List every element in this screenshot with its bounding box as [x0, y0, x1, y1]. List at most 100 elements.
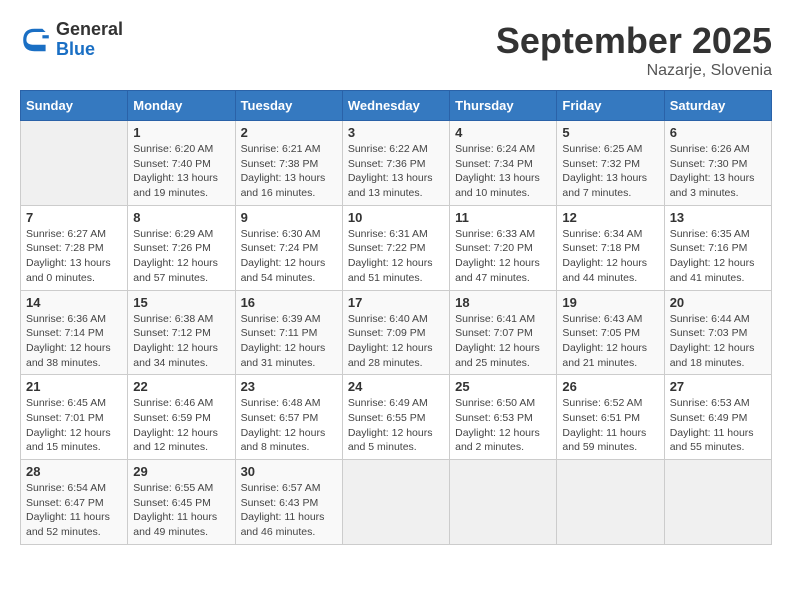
day-number: 27 — [670, 379, 766, 394]
calendar-cell: 23 Sunrise: 6:48 AM Sunset: 6:57 PM Dayli… — [235, 375, 342, 460]
calendar-cell: 16Sunrise: 6:39 AM Sunset: 7:11 PM Dayli… — [235, 290, 342, 375]
calendar-cell: 4 Sunrise: 6:24 AM Sunset: 7:34 PM Daylig… — [450, 121, 557, 206]
day-number: 25 — [455, 379, 551, 394]
calendar-cell: 6 Sunrise: 6:26 AM Sunset: 7:30 PM Daylig… — [664, 121, 771, 206]
calendar-cell: 5 Sunrise: 6:25 AM Sunset: 7:32 PM Daylig… — [557, 121, 664, 206]
day-number: 8 — [133, 210, 229, 225]
month-title: September 2025 — [496, 20, 772, 62]
logo: General Blue — [20, 20, 123, 60]
calendar-cell — [450, 460, 557, 545]
calendar-cell — [664, 460, 771, 545]
day-number: 20 — [670, 295, 766, 310]
day-info: Sunrise: 6:29 AM Sunset: 7:26 PM Dayligh… — [133, 227, 229, 286]
day-number: 19 — [562, 295, 658, 310]
calendar-cell: 17 Sunrise: 6:40 AM Sunset: 7:09 PM Dayli… — [342, 290, 449, 375]
calendar-cell: 11Sunrise: 6:33 AM Sunset: 7:20 PM Dayli… — [450, 205, 557, 290]
day-number: 15 — [133, 295, 229, 310]
day-number: 5 — [562, 125, 658, 140]
calendar-cell: 7 Sunrise: 6:27 AM Sunset: 7:28 PM Daylig… — [21, 205, 128, 290]
day-info: Sunrise: 6:27 AM Sunset: 7:28 PM Dayligh… — [26, 227, 122, 286]
calendar-week-row: 14 Sunrise: 6:36 AM Sunset: 7:14 PM Dayli… — [21, 290, 772, 375]
day-number: 21 — [26, 379, 122, 394]
calendar-body: 1 Sunrise: 6:20 AM Sunset: 7:40 PM Daylig… — [21, 121, 772, 545]
day-info: Sunrise: 6:20 AM Sunset: 7:40 PM Dayligh… — [133, 142, 229, 201]
day-number: 14 — [26, 295, 122, 310]
day-number: 2 — [241, 125, 337, 140]
day-number: 10 — [348, 210, 444, 225]
calendar-cell: 13Sunrise: 6:35 AM Sunset: 7:16 PM Dayli… — [664, 205, 771, 290]
calendar-cell: 27Sunrise: 6:53 AM Sunset: 6:49 PM Dayli… — [664, 375, 771, 460]
day-info: Sunrise: 6:45 AM Sunset: 7:01 PM Dayligh… — [26, 396, 122, 455]
weekday-header: Wednesday — [342, 91, 449, 121]
day-number: 29 — [133, 464, 229, 479]
day-info: Sunrise: 6:57 AM Sunset: 6:43 PM Dayligh… — [241, 481, 337, 540]
day-number: 7 — [26, 210, 122, 225]
day-info: Sunrise: 6:33 AM Sunset: 7:20 PM Dayligh… — [455, 227, 551, 286]
logo-general-text: General — [56, 20, 123, 40]
calendar-cell: 20 Sunrise: 6:44 AM Sunset: 7:03 PM Dayli… — [664, 290, 771, 375]
day-number: 17 — [348, 295, 444, 310]
day-info: Sunrise: 6:25 AM Sunset: 7:32 PM Dayligh… — [562, 142, 658, 201]
day-info: Sunrise: 6:31 AM Sunset: 7:22 PM Dayligh… — [348, 227, 444, 286]
calendar-cell: 25 Sunrise: 6:50 AM Sunset: 6:53 PM Dayli… — [450, 375, 557, 460]
title-block: September 2025 Nazarje, Slovenia — [496, 20, 772, 80]
day-number: 18 — [455, 295, 551, 310]
calendar-cell: 9Sunrise: 6:30 AM Sunset: 7:24 PM Daylig… — [235, 205, 342, 290]
day-number: 13 — [670, 210, 766, 225]
day-info: Sunrise: 6:36 AM Sunset: 7:14 PM Dayligh… — [26, 312, 122, 371]
day-number: 28 — [26, 464, 122, 479]
weekday-row: SundayMondayTuesdayWednesdayThursdayFrid… — [21, 91, 772, 121]
day-number: 3 — [348, 125, 444, 140]
day-info: Sunrise: 6:50 AM Sunset: 6:53 PM Dayligh… — [455, 396, 551, 455]
calendar-week-row: 1 Sunrise: 6:20 AM Sunset: 7:40 PM Daylig… — [21, 121, 772, 206]
day-info: Sunrise: 6:21 AM Sunset: 7:38 PM Dayligh… — [241, 142, 337, 201]
day-number: 30 — [241, 464, 337, 479]
calendar-week-row: 21 Sunrise: 6:45 AM Sunset: 7:01 PM Dayli… — [21, 375, 772, 460]
day-number: 9 — [241, 210, 337, 225]
weekday-header: Friday — [557, 91, 664, 121]
calendar-cell: 8 Sunrise: 6:29 AM Sunset: 7:26 PM Daylig… — [128, 205, 235, 290]
day-info: Sunrise: 6:24 AM Sunset: 7:34 PM Dayligh… — [455, 142, 551, 201]
calendar-cell: 2 Sunrise: 6:21 AM Sunset: 7:38 PM Daylig… — [235, 121, 342, 206]
day-number: 4 — [455, 125, 551, 140]
day-info: Sunrise: 6:49 AM Sunset: 6:55 PM Dayligh… — [348, 396, 444, 455]
calendar-cell: 12Sunrise: 6:34 AM Sunset: 7:18 PM Dayli… — [557, 205, 664, 290]
calendar-cell — [557, 460, 664, 545]
calendar-cell — [342, 460, 449, 545]
calendar-cell: 24 Sunrise: 6:49 AM Sunset: 6:55 PM Dayli… — [342, 375, 449, 460]
calendar-table: SundayMondayTuesdayWednesdayThursdayFrid… — [20, 90, 772, 545]
day-info: Sunrise: 6:44 AM Sunset: 7:03 PM Dayligh… — [670, 312, 766, 371]
calendar-cell: 3Sunrise: 6:22 AM Sunset: 7:36 PM Daylig… — [342, 121, 449, 206]
day-info: Sunrise: 6:54 AM Sunset: 6:47 PM Dayligh… — [26, 481, 122, 540]
calendar-cell: 28 Sunrise: 6:54 AM Sunset: 6:47 PM Dayli… — [21, 460, 128, 545]
logo-blue-text: Blue — [56, 40, 123, 60]
page-header: General Blue September 2025 Nazarje, Slo… — [20, 20, 772, 80]
calendar-cell — [21, 121, 128, 206]
day-info: Sunrise: 6:34 AM Sunset: 7:18 PM Dayligh… — [562, 227, 658, 286]
day-number: 1 — [133, 125, 229, 140]
day-number: 23 — [241, 379, 337, 394]
day-info: Sunrise: 6:39 AM Sunset: 7:11 PM Dayligh… — [241, 312, 337, 371]
calendar-cell: 15 Sunrise: 6:38 AM Sunset: 7:12 PM Dayli… — [128, 290, 235, 375]
weekday-header: Saturday — [664, 91, 771, 121]
day-info: Sunrise: 6:40 AM Sunset: 7:09 PM Dayligh… — [348, 312, 444, 371]
calendar-header: SundayMondayTuesdayWednesdayThursdayFrid… — [21, 91, 772, 121]
day-number: 22 — [133, 379, 229, 394]
day-info: Sunrise: 6:38 AM Sunset: 7:12 PM Dayligh… — [133, 312, 229, 371]
day-number: 24 — [348, 379, 444, 394]
calendar-cell: 1 Sunrise: 6:20 AM Sunset: 7:40 PM Daylig… — [128, 121, 235, 206]
weekday-header: Sunday — [21, 91, 128, 121]
day-number: 6 — [670, 125, 766, 140]
day-info: Sunrise: 6:48 AM Sunset: 6:57 PM Dayligh… — [241, 396, 337, 455]
day-info: Sunrise: 6:26 AM Sunset: 7:30 PM Dayligh… — [670, 142, 766, 201]
calendar-cell: 14 Sunrise: 6:36 AM Sunset: 7:14 PM Dayli… — [21, 290, 128, 375]
day-info: Sunrise: 6:43 AM Sunset: 7:05 PM Dayligh… — [562, 312, 658, 371]
day-info: Sunrise: 6:46 AM Sunset: 6:59 PM Dayligh… — [133, 396, 229, 455]
day-info: Sunrise: 6:41 AM Sunset: 7:07 PM Dayligh… — [455, 312, 551, 371]
calendar-cell: 21 Sunrise: 6:45 AM Sunset: 7:01 PM Dayli… — [21, 375, 128, 460]
location: Nazarje, Slovenia — [496, 62, 772, 80]
calendar-cell: 22 Sunrise: 6:46 AM Sunset: 6:59 PM Dayli… — [128, 375, 235, 460]
calendar-cell: 30 Sunrise: 6:57 AM Sunset: 6:43 PM Dayli… — [235, 460, 342, 545]
calendar-cell: 19 Sunrise: 6:43 AM Sunset: 7:05 PM Dayli… — [557, 290, 664, 375]
weekday-header: Thursday — [450, 91, 557, 121]
